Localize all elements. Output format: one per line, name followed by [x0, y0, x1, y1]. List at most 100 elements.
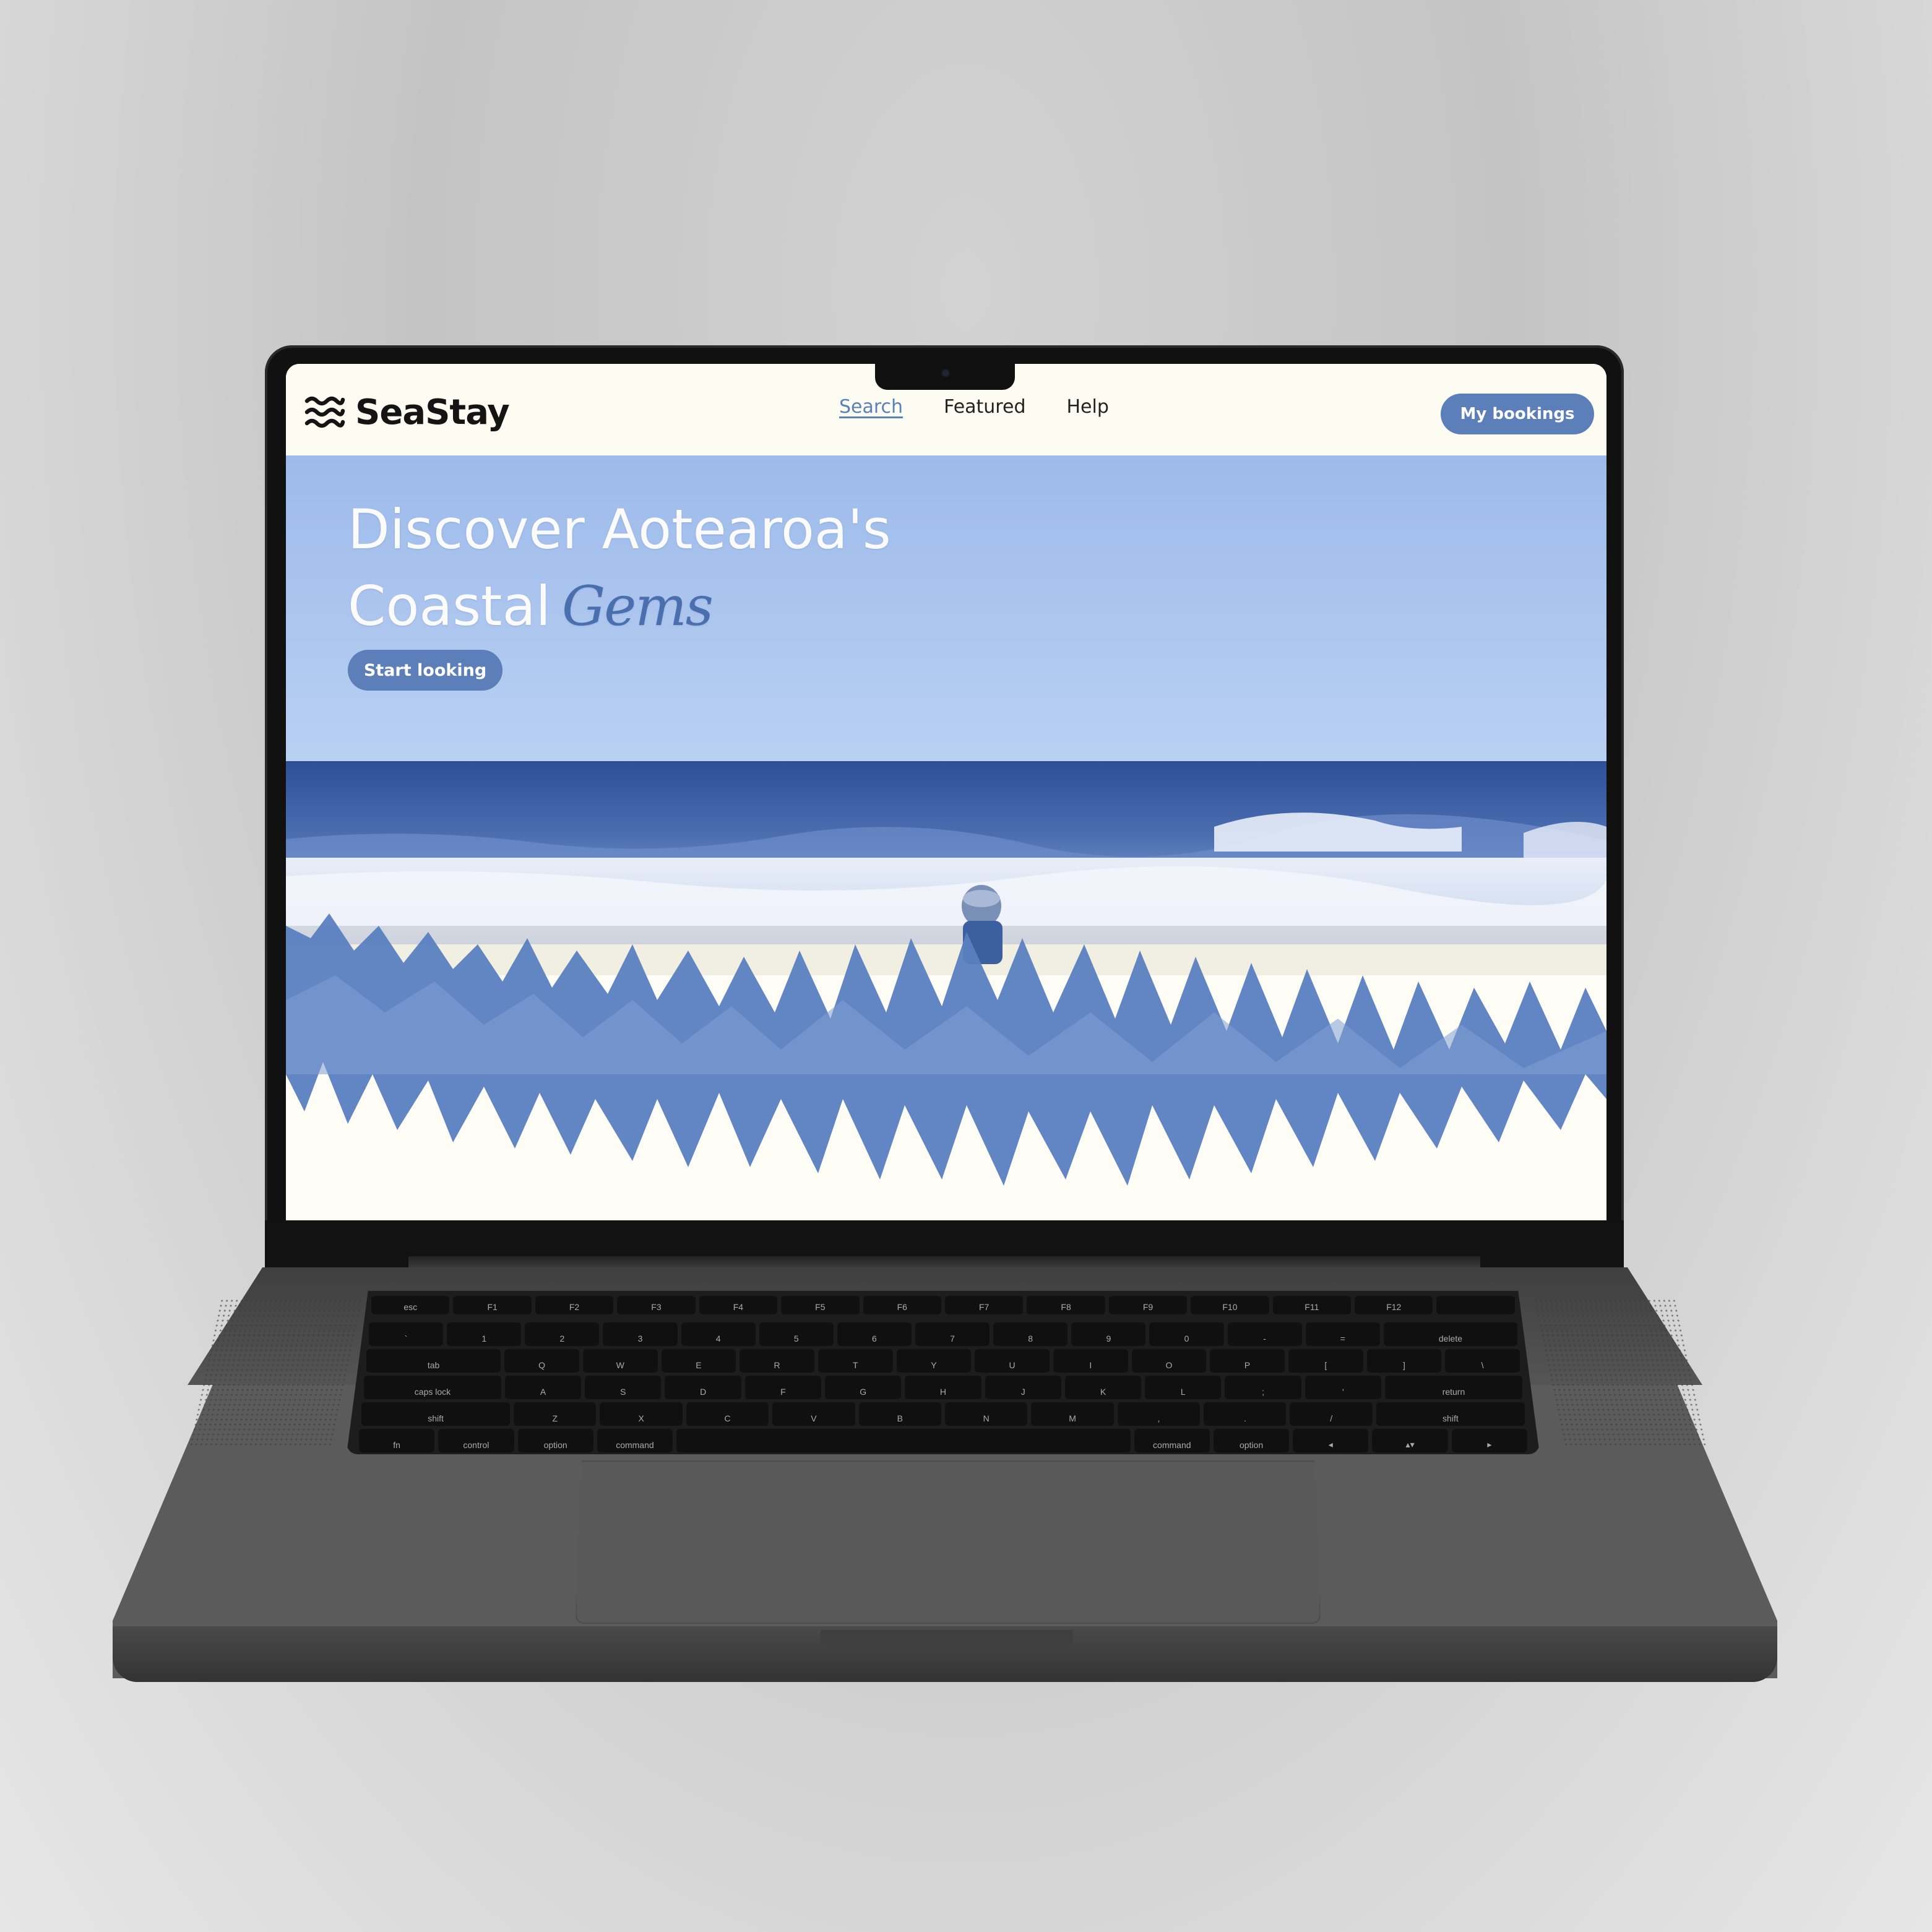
keyboard-key[interactable]: Y	[896, 1349, 972, 1373]
keyboard-key[interactable]	[676, 1429, 1131, 1452]
keyboard-key[interactable]: M	[1031, 1402, 1114, 1426]
keyboard-key[interactable]: F8	[1027, 1296, 1105, 1314]
keyboard-key[interactable]: B	[858, 1402, 941, 1426]
keyboard-key[interactable]: \	[1445, 1349, 1520, 1373]
keyboard-key[interactable]: shift	[361, 1402, 511, 1426]
keyboard-key[interactable]: C	[686, 1402, 769, 1426]
keyboard-key[interactable]: F7	[944, 1296, 1024, 1314]
keyboard-key[interactable]: X	[600, 1402, 683, 1426]
keyboard-key[interactable]: 1	[447, 1322, 522, 1346]
screen-notch	[875, 364, 1015, 390]
brand-logo[interactable]: SeaStay	[304, 392, 510, 433]
keyboard-key[interactable]: esc	[371, 1296, 450, 1314]
keyboard-row: caps lock A S D F G H J K L; ' return	[347, 1376, 1540, 1399]
keyboard-key[interactable]: K	[1064, 1376, 1142, 1399]
keyboard-key[interactable]: delete	[1383, 1322, 1518, 1346]
keyboard-key[interactable]: V	[772, 1402, 855, 1426]
keyboard: esc F1 F2 F3 F4 F5 F6 F7 F8 F9 F10 F11 F12 ` 1 2 3 4 5 6 7 8 9…	[347, 1291, 1540, 1454]
keyboard-key[interactable]: U	[975, 1349, 1050, 1373]
keyboard-key[interactable]: G	[825, 1376, 902, 1399]
keyboard-key[interactable]: H	[905, 1376, 981, 1399]
keyboard-key[interactable]: return	[1385, 1376, 1522, 1399]
keyboard-key[interactable]: F5	[781, 1296, 860, 1314]
laptop-screen: SeaStay Search Featured Help My bookings	[286, 364, 1606, 1220]
camera-icon	[942, 369, 949, 377]
keyboard-key[interactable]: Z	[514, 1402, 597, 1426]
keyboard-key[interactable]: L	[1145, 1376, 1222, 1399]
keyboard-key[interactable]: S	[585, 1376, 662, 1399]
keyboard-key[interactable]: /	[1290, 1402, 1373, 1426]
main-nav: Search Featured Help	[839, 396, 1109, 418]
keyboard-key[interactable]: tab	[366, 1349, 501, 1373]
keyboard-key[interactable]: ]	[1366, 1349, 1442, 1373]
keyboard-key[interactable]: F	[744, 1376, 822, 1399]
my-bookings-button[interactable]: My bookings	[1441, 394, 1594, 434]
keyboard-key[interactable]: ▸	[1451, 1429, 1527, 1452]
keyboard-key[interactable]: F12	[1355, 1296, 1433, 1314]
keyboard-key[interactable]: 4	[681, 1322, 756, 1346]
keyboard-key[interactable]: 3	[603, 1322, 678, 1346]
keyboard-row: tab Q W E R T Y U I O P[] \	[347, 1349, 1540, 1373]
keyboard-key[interactable]: 2	[525, 1322, 600, 1346]
keyboard-key[interactable]: control	[438, 1429, 514, 1452]
keyboard-key[interactable]: =	[1305, 1322, 1380, 1346]
nav-featured-link[interactable]: Featured	[944, 396, 1025, 418]
laptop-hinge	[408, 1256, 1480, 1267]
keyboard-key[interactable]: 6	[837, 1322, 912, 1346]
keyboard-key[interactable]: shift	[1376, 1402, 1525, 1426]
scene: esc F1 F2 F3 F4 F5 F6 F7 F8 F9 F10 F11 F12 ` 1 2 3 4 5 6 7 8 9…	[0, 0, 1932, 1932]
keyboard-key[interactable]: T	[817, 1349, 893, 1373]
hero-heading-line2: Coastal	[348, 574, 551, 638]
keyboard-key[interactable]: F10	[1191, 1296, 1269, 1314]
keyboard-key[interactable]: option	[1213, 1429, 1290, 1452]
keyboard-key[interactable]: R	[740, 1349, 814, 1373]
keyboard-key[interactable]: D	[665, 1376, 741, 1399]
keyboard-key[interactable]: P	[1210, 1349, 1285, 1373]
keyboard-key[interactable]: ▴▾	[1372, 1429, 1448, 1452]
trackpad[interactable]	[576, 1460, 1321, 1624]
keyboard-key[interactable]: ◂	[1293, 1429, 1369, 1452]
nav-help-link[interactable]: Help	[1067, 396, 1109, 418]
hero-heading: Discover Aotearoa's Coastal Gems	[348, 491, 891, 645]
keyboard-key[interactable]: [	[1288, 1349, 1363, 1373]
keyboard-key[interactable]: 9	[1071, 1322, 1146, 1346]
keyboard-key[interactable]: 0	[1149, 1322, 1224, 1346]
keyboard-key[interactable]	[1436, 1296, 1515, 1314]
keyboard-key[interactable]: option	[517, 1429, 593, 1452]
keyboard-row: shift Z X C V B N M,. / shift	[347, 1402, 1540, 1426]
brand-name: SeaStay	[355, 392, 510, 433]
keyboard-key[interactable]: ;	[1225, 1376, 1301, 1399]
keyboard-key[interactable]: W	[582, 1349, 658, 1373]
keyboard-key[interactable]: ,	[1117, 1402, 1201, 1426]
keyboard-key[interactable]: F6	[863, 1296, 941, 1314]
keyboard-key[interactable]: N	[944, 1402, 1028, 1426]
keyboard-row: ` 1 2 3 4 5 6 7 8 9 0- = delete	[347, 1322, 1540, 1346]
hero-heading-line1: Discover Aotearoa's	[348, 498, 891, 561]
keyboard-key[interactable]: F11	[1272, 1296, 1352, 1314]
keyboard-key[interactable]: 5	[759, 1322, 834, 1346]
hero-heading-script-word: Gems	[561, 574, 714, 638]
keyboard-key[interactable]: caps lock	[364, 1376, 501, 1399]
nav-search-link[interactable]: Search	[839, 396, 903, 418]
keyboard-key[interactable]: -	[1227, 1322, 1302, 1346]
keyboard-key[interactable]: J	[985, 1376, 1061, 1399]
keyboard-key[interactable]: E	[661, 1349, 736, 1373]
keyboard-key[interactable]: F1	[453, 1296, 532, 1314]
keyboard-key[interactable]: `	[369, 1322, 444, 1346]
keyboard-key[interactable]: command	[597, 1429, 673, 1452]
keyboard-key[interactable]: '	[1305, 1376, 1382, 1399]
keyboard-key[interactable]: A	[504, 1376, 582, 1399]
keyboard-key[interactable]: F3	[617, 1296, 696, 1314]
keyboard-key[interactable]: F2	[535, 1296, 614, 1314]
keyboard-key[interactable]: fn	[359, 1429, 435, 1452]
keyboard-key[interactable]: 8	[993, 1322, 1068, 1346]
start-looking-button[interactable]: Start looking	[348, 650, 502, 691]
keyboard-key[interactable]: O	[1131, 1349, 1207, 1373]
keyboard-key[interactable]: I	[1053, 1349, 1128, 1373]
keyboard-key[interactable]: command	[1134, 1429, 1210, 1452]
keyboard-key[interactable]: F4	[699, 1296, 778, 1314]
keyboard-key[interactable]: 7	[915, 1322, 990, 1346]
keyboard-key[interactable]: .	[1204, 1402, 1287, 1426]
keyboard-key[interactable]: Q	[504, 1349, 579, 1373]
keyboard-key[interactable]: F9	[1108, 1296, 1188, 1314]
